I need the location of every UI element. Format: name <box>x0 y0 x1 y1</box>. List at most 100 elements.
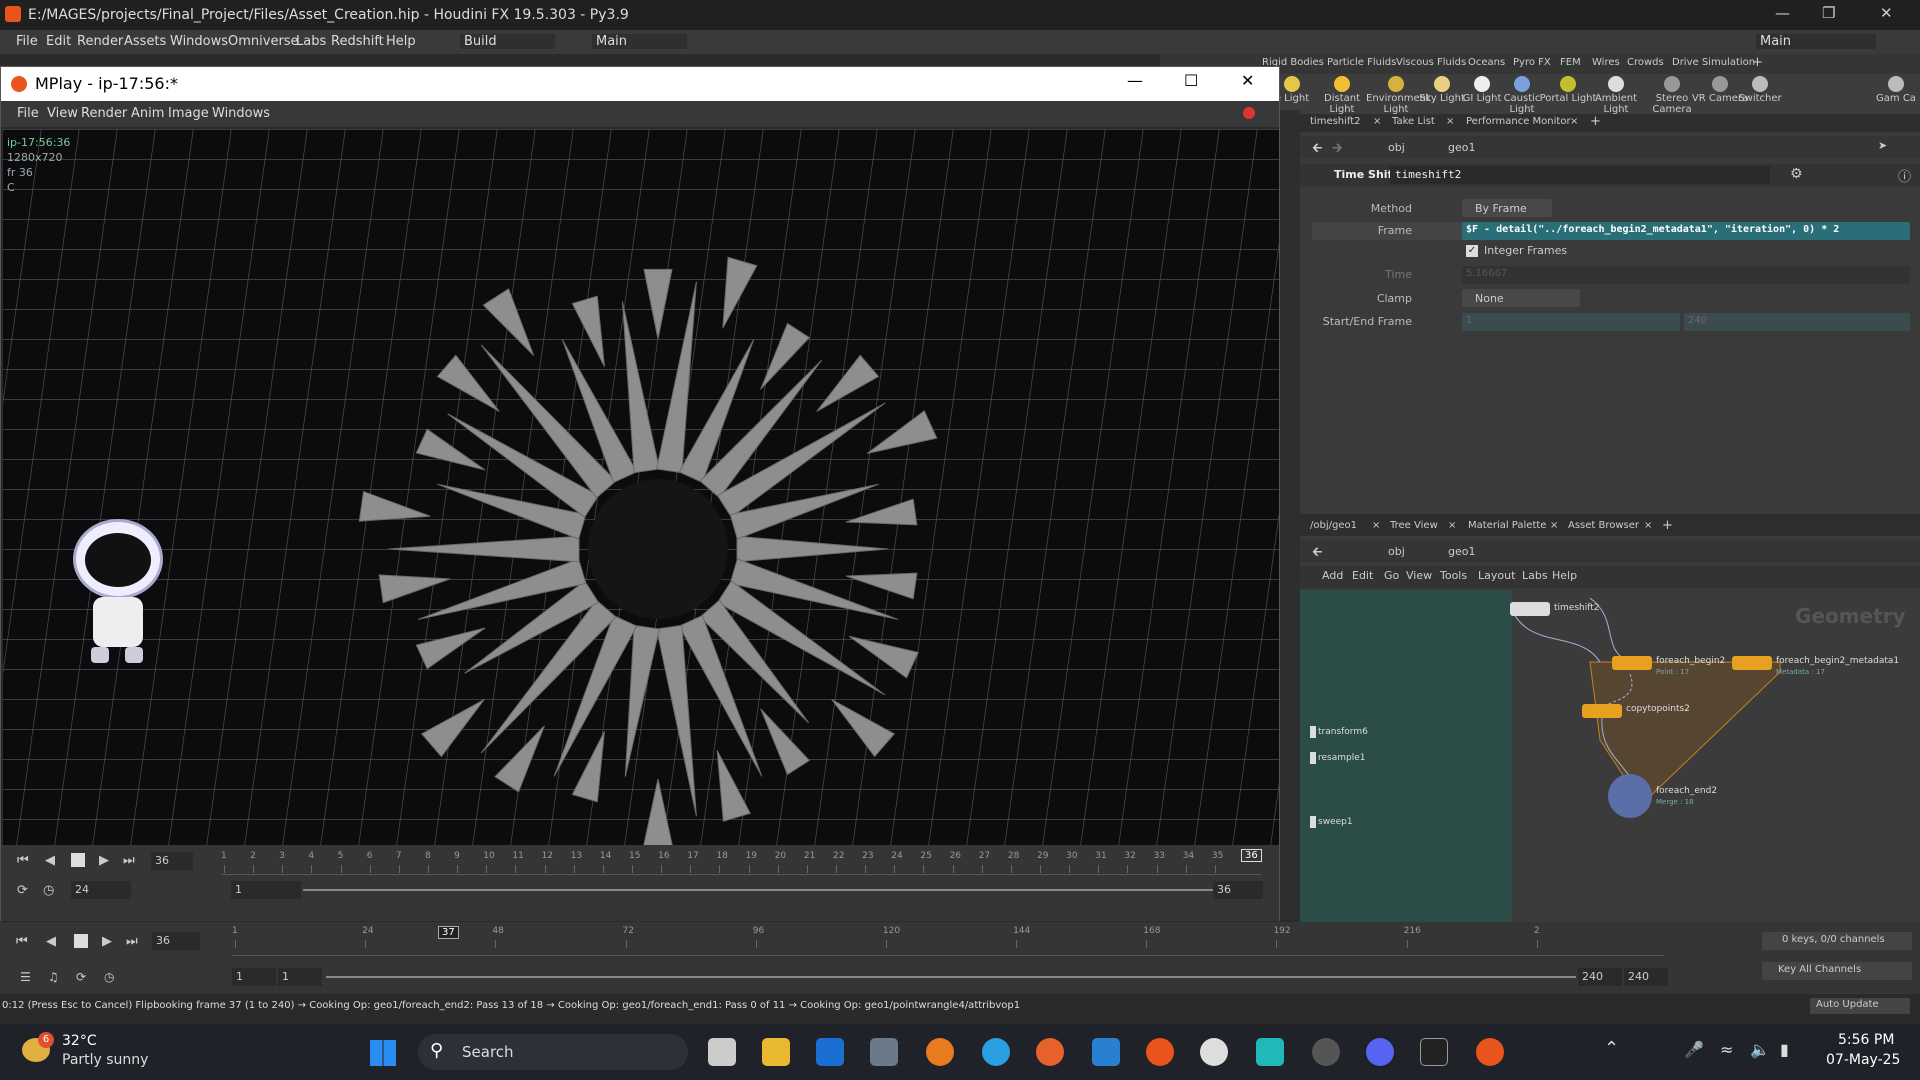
menu-labs[interactable]: Labs <box>296 34 326 49</box>
main-clock-icon[interactable]: ◷ <box>104 970 114 984</box>
current-frame-field[interactable]: 36 <box>151 852 193 870</box>
mplay-menu-file[interactable]: File <box>17 106 39 121</box>
task-view-icon[interactable] <box>708 1038 736 1066</box>
gear-icon[interactable]: ⚙ <box>1790 166 1803 182</box>
foreach-begin2-metadata1-node[interactable] <box>1732 656 1772 670</box>
shelf-tab[interactable]: Oceans <box>1468 57 1505 68</box>
desktop-main-dropdown[interactable]: Main <box>592 34 687 49</box>
menu-file[interactable]: File <box>16 34 38 49</box>
shelf-tab[interactable]: FEM <box>1560 57 1581 68</box>
windows-start-icon[interactable] <box>370 1040 396 1066</box>
sweep1-node[interactable] <box>1310 816 1316 828</box>
vscode-icon[interactable] <box>1092 1038 1120 1066</box>
menu-windows[interactable]: Windows <box>170 34 228 49</box>
network-menu-help[interactable]: Help <box>1552 569 1577 582</box>
search-box[interactable]: ⚲ Search <box>418 1034 688 1070</box>
restore-icon[interactable]: ❐ <box>1822 4 1835 22</box>
resample1-node[interactable] <box>1310 752 1316 764</box>
shelf-tool[interactable]: Switcher <box>1730 76 1790 104</box>
mplay-menu-windows[interactable]: Windows <box>212 106 270 121</box>
playbar-settings-icon[interactable]: ☰ <box>20 970 31 984</box>
tab-take-list[interactable]: Take List <box>1392 116 1435 127</box>
timeshift2-node[interactable] <box>1510 602 1550 616</box>
loop-icon[interactable]: ⟳ <box>17 883 28 898</box>
step-back-icon[interactable]: ◀ <box>45 853 55 868</box>
path-geo1[interactable]: geo1 <box>1448 141 1475 154</box>
tab-close-icon[interactable]: × <box>1550 520 1558 531</box>
tab-close-icon[interactable]: × <box>1644 520 1652 531</box>
main-go-start-icon[interactable]: ⏮ <box>16 934 28 949</box>
tab-close-icon[interactable]: × <box>1448 520 1456 531</box>
back-arrow-icon[interactable]: 🡰 <box>1312 543 1323 565</box>
range-slider[interactable] <box>303 889 1213 891</box>
help-icon[interactable]: ⓘ <box>1898 166 1911 185</box>
menu-edit[interactable]: Edit <box>46 34 71 49</box>
playback-start-field[interactable]: 1 <box>278 968 322 986</box>
global-end-field[interactable]: 240 <box>1624 968 1668 986</box>
auto-update-dropdown[interactable]: Auto Update <box>1810 998 1910 1014</box>
discord-icon[interactable] <box>1366 1038 1394 1066</box>
global-start-field[interactable]: 1 <box>232 968 276 986</box>
shelf-tab[interactable]: Pyro FX <box>1513 57 1551 68</box>
tab-close-icon[interactable]: × <box>1446 116 1454 127</box>
mplay-minimize-icon[interactable]: — <box>1127 71 1143 90</box>
network-menu-labs[interactable]: Labs <box>1522 569 1548 582</box>
menu-omniverse[interactable]: Omniverse <box>228 34 299 49</box>
tray-chevron-icon[interactable]: ⌃ <box>1604 1038 1619 1059</box>
tab-performance-monitor[interactable]: Performance Monitor <box>1466 116 1571 127</box>
main-loop-icon[interactable]: ⟳ <box>76 970 86 984</box>
shelf-tab[interactable]: Wires <box>1592 57 1620 68</box>
playback-end-field[interactable]: 240 <box>1578 968 1622 986</box>
network-menu-view[interactable]: View <box>1406 569 1432 582</box>
shelf-tab[interactable]: Viscous Fluids <box>1396 57 1466 68</box>
clock-date[interactable]: 07-May-25 <box>1826 1052 1900 1068</box>
main-stop-icon[interactable] <box>74 934 88 948</box>
menu-redshift[interactable]: Redshift <box>331 34 384 49</box>
houdini-taskbar-icon[interactable] <box>1146 1038 1174 1066</box>
range-end-field[interactable]: 36 <box>1213 881 1263 899</box>
file-explorer-icon[interactable] <box>762 1038 790 1066</box>
main-step-back-icon[interactable]: ◀ <box>46 934 56 949</box>
tab-material-palette[interactable]: Material Palette <box>1468 520 1546 531</box>
obs-icon[interactable] <box>1312 1038 1340 1066</box>
copytopoints2-node[interactable] <box>1582 704 1622 718</box>
wifi-icon[interactable]: ≈ <box>1720 1040 1733 1059</box>
foreach-end2-node[interactable] <box>1608 774 1652 818</box>
clock-time[interactable]: 5:56 PM <box>1838 1032 1894 1048</box>
mplay-menu-anim[interactable]: Anim <box>131 106 164 121</box>
app-icon[interactable] <box>1200 1038 1228 1066</box>
mplay-menu-render[interactable]: Render <box>81 106 127 121</box>
mplay-menu-image[interactable]: Image <box>168 106 209 121</box>
range-start-field[interactable]: 1 <box>231 881 301 899</box>
minimize-icon[interactable]: — <box>1775 4 1790 22</box>
blender-icon[interactable] <box>926 1038 954 1066</box>
path-geo1[interactable]: geo1 <box>1448 545 1475 558</box>
davinci-icon[interactable] <box>870 1038 898 1066</box>
integer-frames-checkbox[interactable]: ✓ <box>1466 245 1478 257</box>
network-menu-edit[interactable]: Edit <box>1352 569 1373 582</box>
path-obj[interactable]: obj <box>1388 141 1405 154</box>
add-tab-button[interactable]: + <box>1590 114 1601 129</box>
tab-timeshift2[interactable]: timeshift2 <box>1310 116 1361 127</box>
network-menu-layout[interactable]: Layout <box>1478 569 1515 582</box>
epic-games-icon[interactable] <box>1420 1038 1448 1066</box>
shelf-tab[interactable]: Particle Fluids <box>1327 57 1396 68</box>
tab-close-icon[interactable]: × <box>1373 116 1381 127</box>
network-menu-tools[interactable]: Tools <box>1440 569 1467 582</box>
foreach-begin2-node[interactable] <box>1612 656 1652 670</box>
stop-icon[interactable] <box>71 853 85 867</box>
main-range-slider[interactable] <box>326 976 1576 978</box>
back-arrow-icon[interactable]: 🡰 <box>1312 139 1323 161</box>
audio-icon[interactable]: ♫ <box>48 970 59 984</box>
mplay-close-icon[interactable]: ✕ <box>1241 71 1254 90</box>
battery-icon[interactable]: ▮ <box>1780 1040 1789 1059</box>
shelf-tab[interactable]: Crowds <box>1627 57 1664 68</box>
shelf-tool[interactable]: Ambient Light <box>1586 76 1646 115</box>
mplay-menu-view[interactable]: View <box>47 106 78 121</box>
keys-channels-dropdown[interactable]: 0 keys, 0/0 channels <box>1762 932 1912 950</box>
go-end-icon[interactable]: ⏭ <box>123 853 135 868</box>
desktop-build-dropdown[interactable]: Build <box>460 34 555 49</box>
microphone-icon[interactable]: 🎤 <box>1684 1040 1704 1059</box>
tab-obj-geo1[interactable]: /obj/geo1 <box>1310 520 1357 531</box>
shelf-tool[interactable]: Distant Light <box>1312 76 1372 115</box>
